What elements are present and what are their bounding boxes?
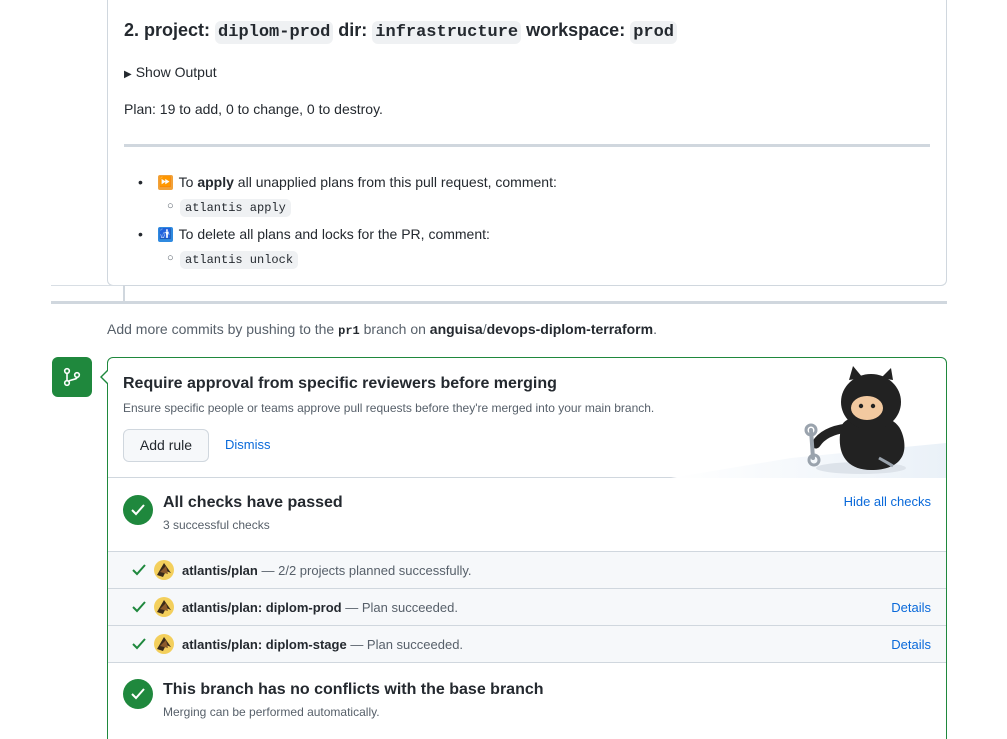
promo-title: Require approval from specific reviewers…: [123, 375, 557, 392]
circle-bullet: ○: [167, 252, 174, 264]
project-code: diplom-prod: [215, 21, 334, 44]
check-description: — Plan succeeded.: [350, 637, 464, 652]
timeline-stub: [51, 285, 123, 286]
dismiss-link[interactable]: Dismiss: [225, 437, 271, 452]
tip-apply-post: all unapplied plans from this pull reque…: [237, 174, 557, 190]
atlantis-avatar: [154, 634, 174, 654]
put-litter-icon: 🚮: [158, 227, 173, 242]
check-name: atlantis/plan — 2/2 projects planned suc…: [182, 563, 472, 578]
check-description: — Plan succeeded.: [345, 600, 458, 615]
dir-code: infrastructure: [372, 21, 522, 44]
check-row: atlantis/plan — 2/2 projects planned suc…: [108, 552, 946, 589]
add-rule-button[interactable]: Add rule: [123, 429, 209, 462]
merge-box-pointer-inner: [102, 370, 109, 384]
repo-name-link[interactable]: devops-diplom-terraform: [487, 321, 653, 337]
conflict-title: This branch has no conflicts with the ba…: [163, 681, 544, 698]
tip-apply-pre: To: [178, 174, 194, 190]
git-branch-icon: [63, 367, 81, 387]
show-output-toggle[interactable]: ▶ Show Output: [124, 64, 217, 80]
divider: [124, 144, 930, 147]
check-icon: [131, 504, 145, 516]
check-name: atlantis/plan: diplom-stage — Plan succe…: [182, 637, 463, 652]
workspace-code: prod: [630, 21, 678, 44]
conflict-status: This branch has no conflicts with the ba…: [108, 663, 946, 738]
tip-apply-bold: apply: [197, 174, 234, 190]
octocat-illustration: [671, 366, 946, 478]
check-icon: [132, 638, 146, 650]
atlantis-avatar: [154, 597, 174, 617]
branch-name[interactable]: pr1: [338, 324, 360, 338]
disclosure-triangle-icon: ▶: [124, 69, 132, 80]
check-icon: [132, 601, 146, 613]
check-row: atlantis/plan: diplom-stage — Plan succe…: [108, 626, 946, 663]
check-description: — 2/2 projects planned successfully.: [261, 563, 472, 578]
tip-apply: • ⏩ To apply all unapplied plans from th…: [138, 172, 838, 192]
push-note-end: .: [653, 321, 657, 337]
plan-heading: 2. project: diplom-prod dir: infrastruct…: [124, 20, 678, 44]
check-name: atlantis/plan: diplom-prod — Plan succee…: [182, 600, 458, 615]
promo-description: Ensure specific people or teams approve …: [123, 401, 655, 415]
atlantis-avatar: [154, 560, 174, 580]
tips-list: • ⏩ To apply all unapplied plans from th…: [138, 172, 838, 276]
fast-forward-icon: ⏩: [158, 175, 173, 190]
dir-label: dir:: [338, 20, 368, 40]
push-note-pre: Add more commits by pushing to the: [107, 321, 335, 337]
bullet: •: [138, 226, 143, 242]
checks-summary: All checks have passed 3 successful chec…: [108, 478, 946, 552]
details-link[interactable]: Details: [891, 600, 931, 615]
unlock-command-code: atlantis unlock: [180, 251, 299, 269]
checks-subtitle: 3 successful checks: [163, 518, 270, 532]
conflict-subtitle: Merging can be performed automatically.: [163, 705, 380, 719]
check-row: atlantis/plan: diplom-prod — Plan succee…: [108, 589, 946, 626]
check-name-bold: atlantis/plan: diplom-stage: [182, 637, 347, 652]
hide-all-checks-link[interactable]: Hide all checks: [844, 494, 931, 509]
circle-bullet: ○: [167, 200, 174, 212]
push-note: Add more commits by pushing to the pr1 b…: [107, 321, 657, 338]
apply-command-code: atlantis apply: [180, 199, 291, 217]
plan-comment: 2. project: diplom-prod dir: infrastruct…: [107, 0, 947, 286]
workspace-label: workspace:: [526, 20, 626, 40]
show-output-label: Show Output: [135, 64, 217, 80]
reviewer-rule-promo: Require approval from specific reviewers…: [108, 358, 946, 478]
tip-unlock-command: ○ atlantis unlock: [138, 248, 838, 270]
merge-box: Require approval from specific reviewers…: [107, 357, 947, 739]
check-icon: [131, 688, 145, 700]
success-status-icon: [123, 679, 153, 709]
heading-prefix: 2. project:: [124, 20, 211, 40]
plan-summary: Plan: 19 to add, 0 to change, 0 to destr…: [124, 101, 383, 117]
check-name-bold: atlantis/plan: [182, 563, 258, 578]
check-name-bold: atlantis/plan: diplom-prod: [182, 600, 342, 615]
bullet: •: [138, 174, 143, 190]
repo-owner-link[interactable]: anguisa: [430, 321, 483, 337]
tip-unlock: • 🚮 To delete all plans and locks for th…: [138, 224, 838, 244]
tip-apply-command: ○ atlantis apply: [138, 196, 838, 218]
checks-title: All checks have passed: [163, 494, 343, 511]
success-status-icon: [123, 495, 153, 525]
timeline-line: [123, 286, 125, 302]
details-link[interactable]: Details: [891, 637, 931, 652]
push-note-mid: branch on: [363, 321, 426, 337]
check-icon: [132, 564, 146, 576]
git-merge-badge: [52, 357, 92, 397]
timeline-break: [51, 301, 947, 304]
tip-unlock-text: To delete all plans and locks for the PR…: [178, 226, 490, 242]
